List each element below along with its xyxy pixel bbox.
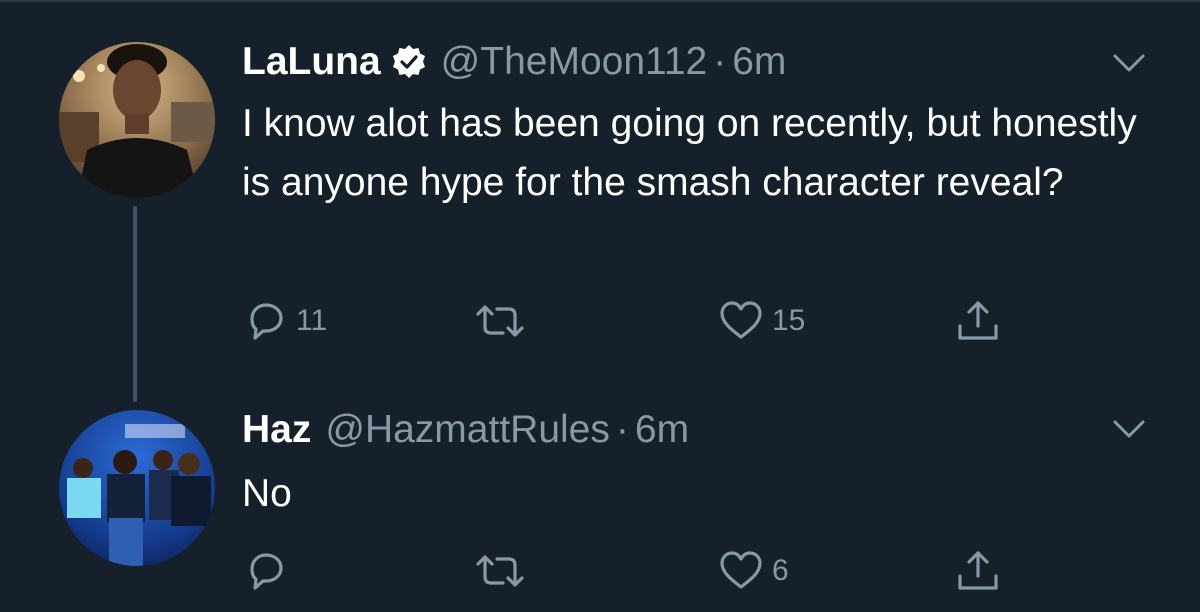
author-name[interactable]: Haz [242, 408, 311, 452]
like-count: 6 [772, 554, 789, 587]
separator-dot: · [615, 408, 629, 451]
share-button[interactable] [955, 546, 1001, 596]
tweet-actions: 6 [0, 546, 1200, 596]
author-handle[interactable]: @HazmattRules [325, 408, 610, 452]
share-upload-icon [955, 548, 1001, 594]
retweet-button[interactable] [474, 546, 534, 596]
reply-button[interactable] [244, 546, 296, 596]
avatar[interactable] [59, 410, 215, 566]
tweet-text: No [242, 472, 292, 515]
heart-icon [718, 549, 764, 593]
like-button[interactable]: 6 [718, 546, 789, 596]
chevron-down-icon[interactable] [1112, 418, 1146, 440]
speech-bubble-icon [244, 549, 288, 593]
tweet-header: Haz @HazmattRules · 6m [242, 408, 689, 452]
timestamp[interactable]: 6m [635, 408, 689, 452]
retweet-arrows-icon [474, 549, 526, 593]
tweet[interactable]: Haz @HazmattRules · 6m No 6 [0, 0, 1200, 612]
